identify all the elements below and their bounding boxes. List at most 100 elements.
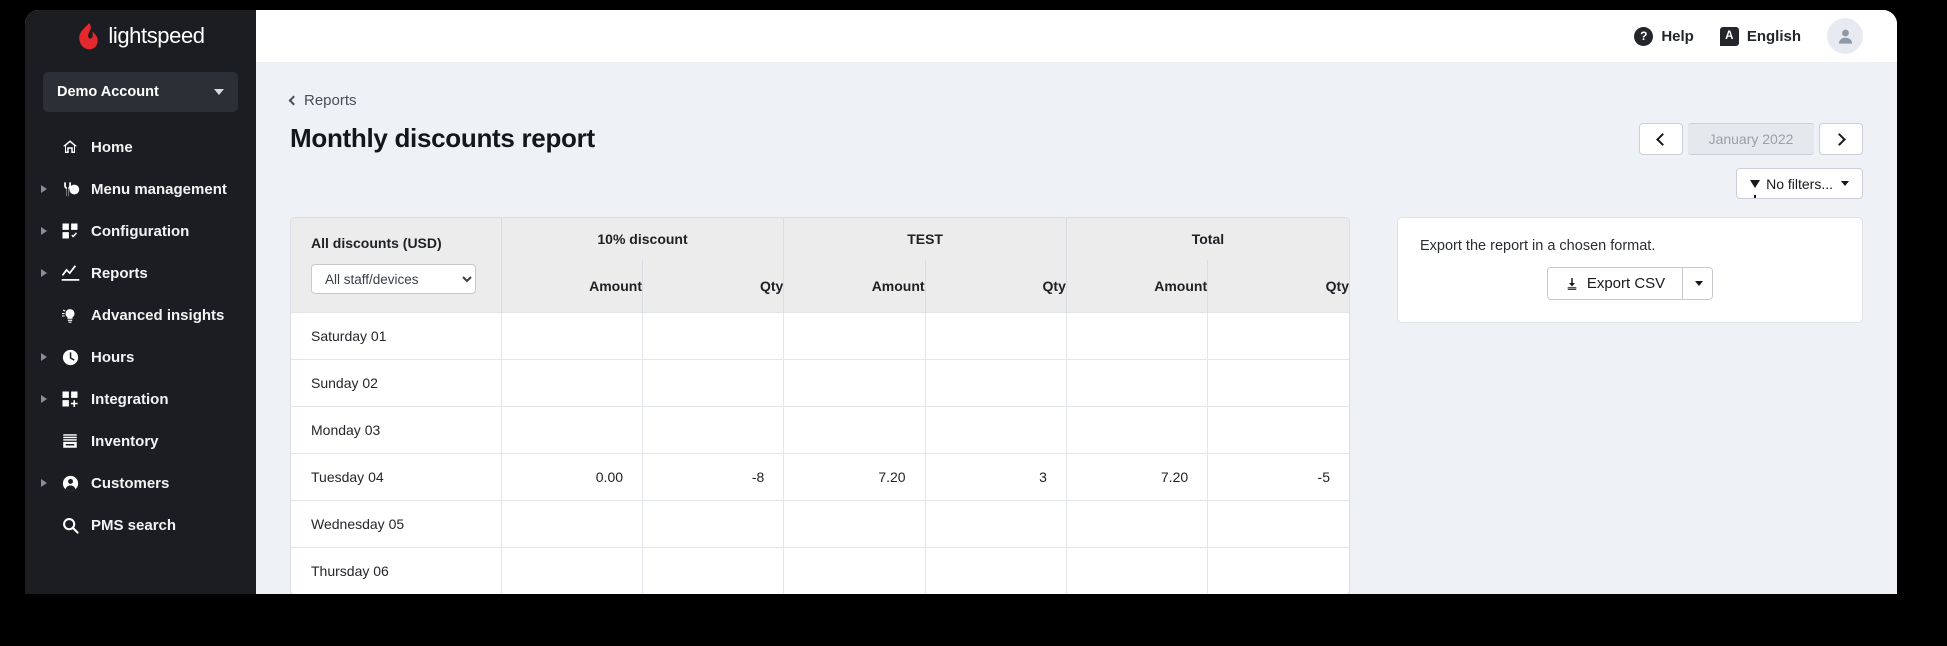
sidebar-item-pms-search[interactable]: PMS search (25, 504, 256, 546)
sidebar-item-label: Integration (91, 390, 169, 408)
help-icon: ? (1634, 26, 1654, 46)
filter-row: No filters... (290, 168, 1863, 199)
sidebar-item-label: Advanced insights (91, 306, 225, 324)
cell (501, 311, 644, 359)
cell (1207, 405, 1349, 453)
cell (783, 311, 926, 359)
expand-arrow-icon[interactable] (41, 185, 55, 193)
table-row: Monday 03 (291, 405, 1349, 453)
cell: 3 (925, 452, 1067, 500)
avatar[interactable] (1827, 18, 1863, 54)
table-row: Tuesday 04 0.00 -8 7.20 3 7.20 -5 (291, 452, 1349, 500)
cell (783, 499, 926, 547)
sidebar-item-label: Hours (91, 348, 135, 366)
table-row: Saturday 01 (291, 311, 1349, 359)
sidebar-item-reports[interactable]: Reports (25, 252, 256, 294)
translate-icon: A (1719, 26, 1739, 46)
integration-icon (55, 390, 85, 408)
sidebar-item-home[interactable]: Home (25, 126, 256, 168)
cell: 0.00 (501, 452, 644, 500)
expand-arrow-icon[interactable] (41, 269, 55, 277)
cell (642, 546, 785, 594)
lightspeed-flame-icon (79, 22, 99, 49)
language-selector[interactable]: A English (1719, 26, 1801, 46)
expand-arrow-icon[interactable] (41, 395, 55, 403)
export-csv-button[interactable]: Export CSV (1546, 267, 1684, 300)
home-icon (55, 138, 85, 156)
sidebar-item-integration[interactable]: Integration (25, 378, 256, 420)
app-window: lightspeed Demo Account Home Menu manage… (25, 10, 1897, 594)
cell (925, 405, 1067, 453)
expand-arrow-icon[interactable] (41, 353, 55, 361)
chevron-right-icon (1833, 132, 1846, 146)
sidebar-item-label: Inventory (91, 432, 159, 450)
previous-month-button[interactable] (1639, 123, 1683, 155)
row-day-label: Thursday 06 (291, 546, 502, 594)
configuration-icon (55, 222, 85, 240)
account-switcher[interactable]: Demo Account (43, 72, 238, 112)
cell (783, 405, 926, 453)
cell (1207, 499, 1349, 547)
funnel-icon (1750, 179, 1761, 198)
next-month-button[interactable] (1819, 123, 1863, 155)
inventory-box-icon (55, 432, 85, 450)
search-icon (55, 516, 85, 535)
export-button-group: Export CSV (1546, 267, 1714, 300)
cell (501, 499, 644, 547)
download-icon (1567, 277, 1577, 290)
discounts-table: All discounts (USD) All staff/devices 10… (291, 218, 1349, 594)
sidebar-item-hours[interactable]: Hours (25, 336, 256, 378)
sidebar-item-label: Customers (91, 474, 170, 492)
sidebar-item-configuration[interactable]: Configuration (25, 210, 256, 252)
content-area: ? Help A English Reports Monthly discoun… (256, 10, 1897, 594)
help-label: Help (1661, 27, 1694, 45)
brand-wordmark: lightspeed (108, 23, 205, 48)
sidebar-item-inventory[interactable]: Inventory (25, 420, 256, 462)
filters-dropdown[interactable]: No filters... (1736, 168, 1863, 199)
table-head: All discounts (USD) All staff/devices 10… (291, 218, 1349, 312)
help-button[interactable]: ? Help (1634, 26, 1694, 46)
group-header-10-discount: 10% discount (501, 218, 785, 260)
cell (1066, 405, 1209, 453)
discounts-table-card: All discounts (USD) All staff/devices 10… (290, 217, 1350, 594)
row-day-label: Saturday 01 (291, 311, 502, 359)
chevron-down-icon (214, 89, 224, 95)
expand-arrow-icon[interactable] (41, 479, 55, 487)
row-header-cell: All discounts (USD) All staff/devices (291, 218, 502, 312)
main-columns: All discounts (USD) All staff/devices 10… (290, 217, 1863, 594)
sidebar-item-customers[interactable]: Customers (25, 462, 256, 504)
row-day-label: Monday 03 (291, 405, 502, 453)
sidebar-item-menu-management[interactable]: Menu management (25, 168, 256, 210)
cell (1066, 358, 1209, 406)
cell (642, 311, 785, 359)
table-group-header-row: All discounts (USD) All staff/devices 10… (291, 218, 1349, 312)
top-bar: ? Help A English (256, 10, 1897, 62)
cell (1207, 311, 1349, 359)
sidebar-item-label: Configuration (91, 222, 190, 240)
export-csv-label: Export CSV (1586, 275, 1666, 292)
export-card: Export the report in a chosen format. Ex… (1397, 217, 1863, 323)
row-day-label: Sunday 02 (291, 358, 502, 406)
person-circle-icon (55, 474, 85, 493)
export-format-dropdown[interactable] (1683, 267, 1714, 300)
current-period-label: January 2022 (1688, 123, 1814, 155)
col-qty-test: Qty (925, 260, 1067, 312)
col-amount-total: Amount (1066, 260, 1209, 312)
cell (501, 546, 644, 594)
row-day-label: Wednesday 05 (291, 499, 502, 547)
staff-devices-select[interactable]: All staff/devices (311, 264, 476, 295)
cell (925, 499, 1067, 547)
page-title: Monthly discounts report (290, 123, 595, 153)
account-name: Demo Account (57, 84, 159, 100)
breadcrumb[interactable]: Reports (288, 92, 357, 109)
cell (783, 358, 926, 406)
cell (925, 358, 1067, 406)
col-amount-test: Amount (783, 260, 926, 312)
expand-arrow-icon[interactable] (41, 227, 55, 235)
group-header-total: Total (1066, 218, 1349, 260)
cell (642, 499, 785, 547)
sidebar-item-advanced-insights[interactable]: Advanced insights (25, 294, 256, 336)
report-canvas: Reports Monthly discounts report January… (256, 62, 1897, 594)
brand-logo[interactable]: lightspeed (25, 10, 256, 62)
table-body: Saturday 01 Sunday 02 Monday 03 Tuesday … (291, 311, 1349, 594)
